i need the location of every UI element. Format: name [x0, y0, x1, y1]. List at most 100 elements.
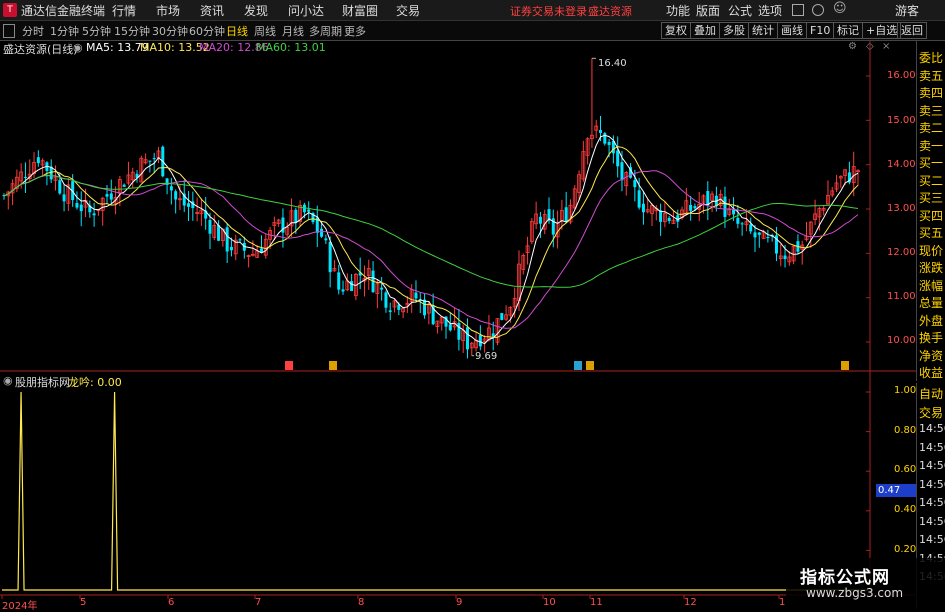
watermark-title: 指标公式网: [800, 568, 890, 588]
quote-label: 涨跌: [919, 261, 944, 275]
price-tick: 15.00: [887, 115, 916, 126]
candle-body: [388, 310, 392, 312]
candle-body: [105, 194, 109, 197]
x-tick: 8: [358, 597, 365, 608]
price-tick: 13.00: [887, 203, 916, 214]
candle-body: [148, 160, 152, 162]
candle-body: [92, 213, 96, 216]
quote-label: 买三: [919, 191, 944, 205]
quote-label: 涨幅: [919, 278, 944, 293]
quote-label: 净资: [919, 348, 944, 363]
tick-time: 14:56: [919, 422, 945, 435]
price-tick: 10.00: [887, 335, 916, 346]
watermark-url: www.zbgs3.com: [806, 586, 904, 600]
candle-body: [324, 238, 328, 241]
candle-body: [350, 281, 354, 292]
quote-panel: 委比 卖五 卖四 卖三 卖二 卖一 买一 买二 买三 买四 买五 现价 涨跌 涨幅 总量 外盘 换手 净资 收益: [916, 41, 945, 381]
candle-body: [448, 324, 452, 331]
low-price-mark: 9.69: [475, 351, 498, 362]
tick-time: 14:56: [919, 496, 945, 509]
quote-label: 卖四: [919, 86, 944, 100]
candle-body: [307, 209, 311, 212]
candle-body: [238, 239, 242, 241]
candle-body: [320, 228, 324, 237]
candle-body: [607, 141, 611, 146]
indicator-tick: 0.20: [894, 544, 917, 555]
event-mark: [586, 361, 594, 370]
candle-body: [753, 232, 757, 238]
quote-label: 买四: [919, 208, 944, 223]
candle-body: [122, 184, 126, 187]
indicator-tick: 0.40: [894, 504, 917, 515]
candle-body: [174, 191, 178, 200]
candle-body: [109, 193, 113, 200]
candle-body: [36, 157, 40, 164]
candle-body: [783, 255, 787, 260]
candle-body: [423, 299, 427, 316]
quote-label: 卖二: [919, 121, 944, 135]
event-mark: [329, 361, 337, 370]
candle-body: [478, 334, 482, 347]
candle-body: [749, 224, 753, 232]
candle-body: [564, 207, 568, 222]
quote-label: 收益: [919, 366, 944, 380]
candle-body: [79, 204, 83, 212]
indicator-tick: 1.00: [894, 385, 917, 396]
indicator-tick: 0.80: [894, 425, 917, 436]
candle-body: [341, 289, 345, 292]
candle-body: [229, 246, 233, 251]
candle-body: [208, 220, 212, 234]
indicator-collapse-icon[interactable]: ◉: [3, 374, 13, 387]
candle-body: [667, 217, 671, 221]
quote-label: 委比: [919, 51, 944, 65]
quote-label: 卖五: [919, 68, 944, 83]
x-tick: 12: [684, 597, 697, 608]
indicator-value: 龙吟: 0.00: [68, 376, 122, 389]
auto-trade-label: 自动: [919, 387, 944, 401]
candle-body: [169, 186, 173, 191]
candle-body: [217, 225, 221, 241]
x-tick: 5: [80, 597, 87, 608]
auto-trade-label: 交易: [919, 405, 944, 420]
candle-body: [736, 217, 740, 224]
candle-body: [616, 150, 620, 167]
price-tick: 14.00: [887, 159, 916, 170]
candle-body: [633, 180, 637, 188]
tick-time: 14:56: [919, 459, 945, 472]
candle-body: [538, 216, 542, 224]
candle-body: [328, 241, 332, 273]
candle-body: [465, 327, 469, 350]
candle-body: [757, 232, 761, 235]
candle-body: [225, 227, 229, 252]
event-mark: [285, 361, 293, 370]
indicator-name: 股朋指标网: [15, 376, 70, 389]
quote-label: 外盘: [919, 313, 944, 328]
candle-body: [637, 190, 641, 208]
high-price-mark: 16.40: [598, 58, 627, 69]
candle-body: [693, 206, 697, 209]
candle-body: [384, 292, 388, 308]
candle-body: [689, 205, 693, 211]
kline-chart[interactable]: [0, 0, 945, 609]
tick-time: 14:56: [919, 477, 945, 491]
candle-body: [732, 209, 736, 215]
candle-body: [414, 292, 418, 299]
indicator-current-badge: 0.47: [876, 484, 916, 497]
tick-time: 14:56: [919, 440, 945, 454]
candle-body: [23, 176, 27, 178]
candle-body: [603, 133, 607, 144]
ma10-line: [3, 146, 859, 339]
candle-body: [187, 203, 191, 207]
ma5-line: [3, 134, 859, 345]
candle-body: [740, 223, 744, 225]
quote-label: 买五: [919, 226, 944, 240]
quote-label: 买一: [919, 156, 944, 170]
price-tick: 16.00: [887, 70, 916, 81]
candle-body: [766, 236, 770, 239]
candle-body: [75, 202, 79, 208]
candle-body: [337, 272, 341, 290]
candle-body: [723, 196, 727, 217]
x-tick: 6: [168, 597, 175, 608]
candle-body: [620, 162, 624, 181]
x-tick: 9: [456, 597, 463, 608]
